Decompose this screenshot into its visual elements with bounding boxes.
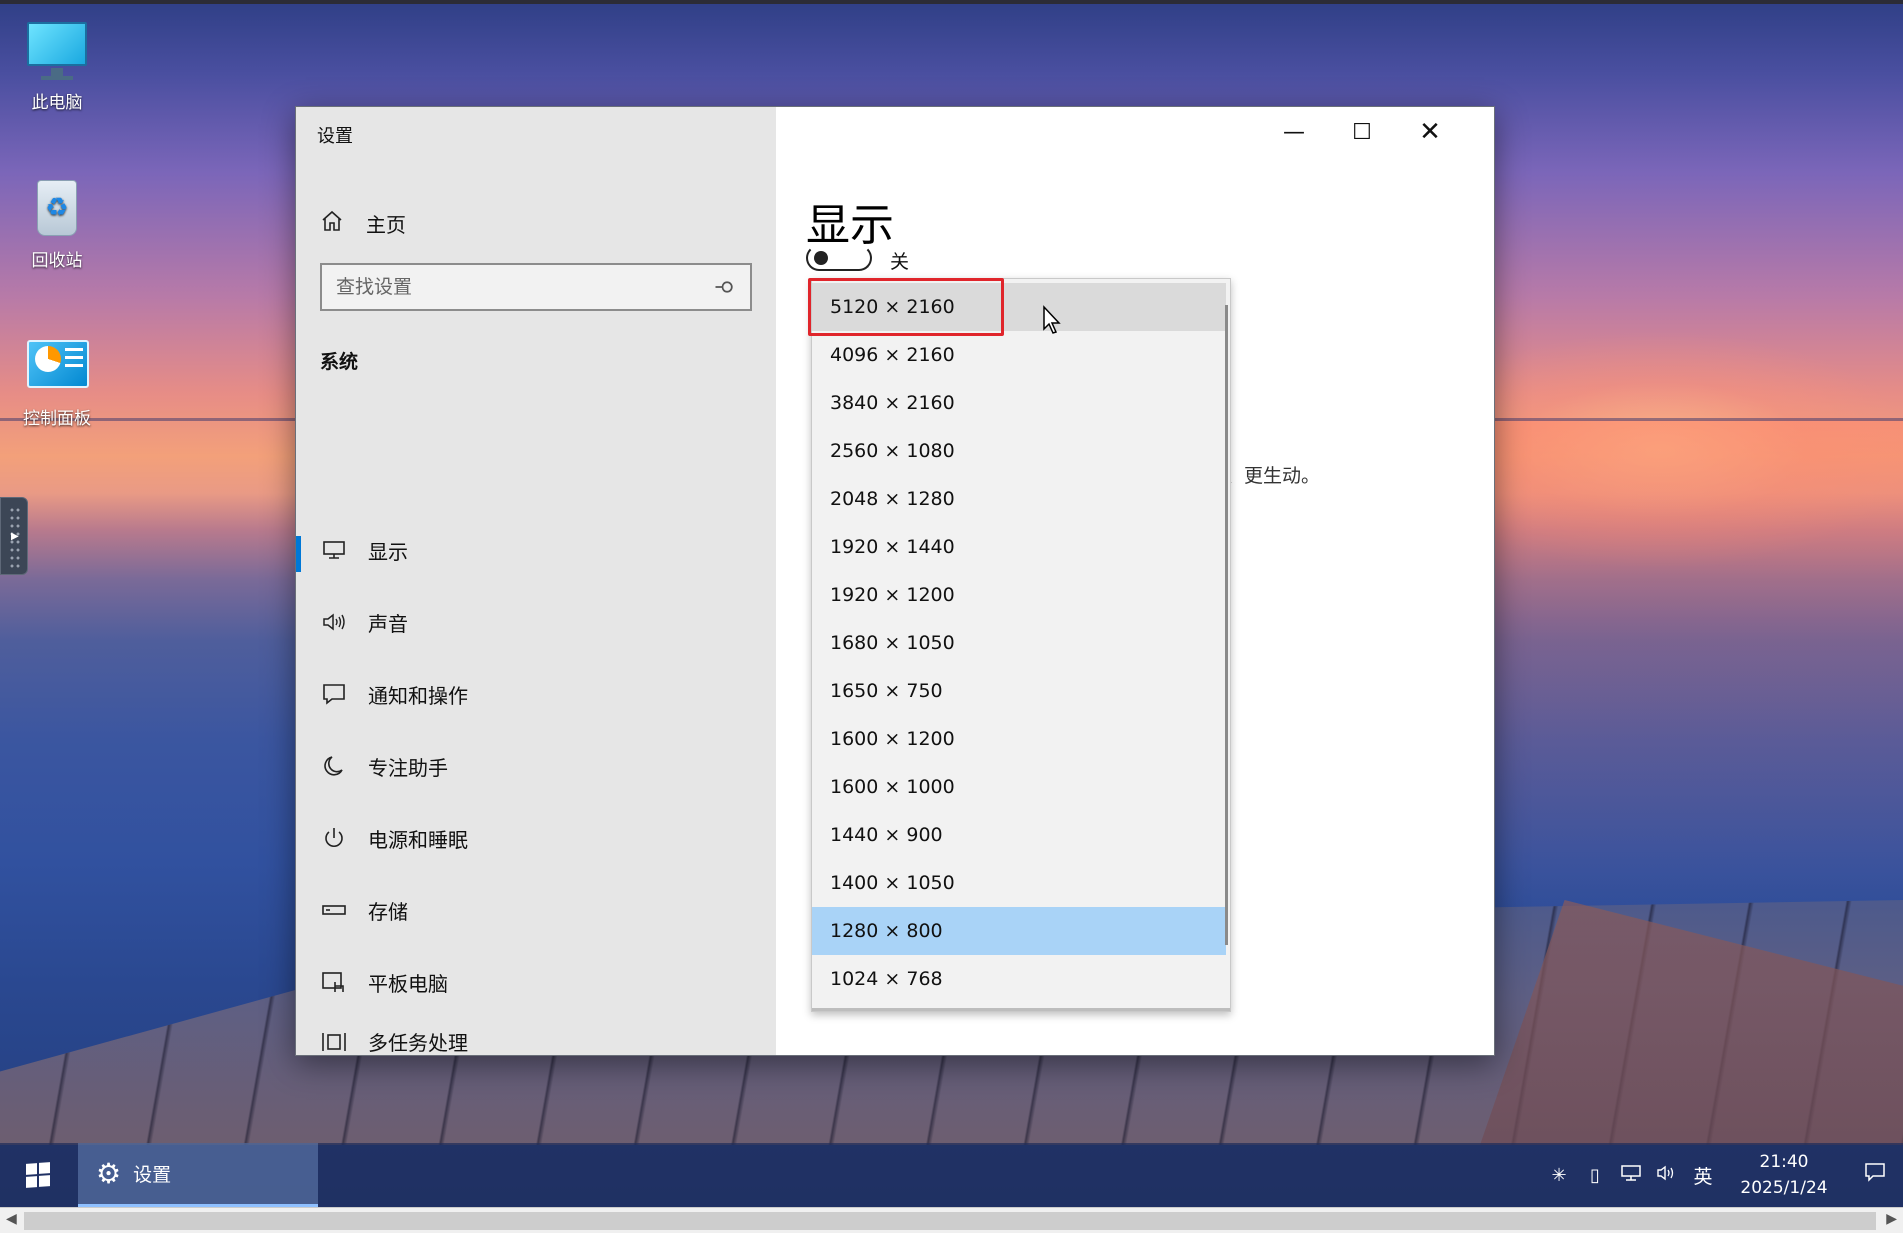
sidebar-item-multitasking[interactable]: 多任务处理 [296, 1028, 776, 1055]
resolution-option[interactable]: 2048 × 1280 [812, 475, 1226, 523]
resolution-option[interactable]: 3840 × 2160 [812, 379, 1226, 427]
resolution-option[interactable]: 1920 × 1440 [812, 523, 1226, 571]
resolution-option[interactable]: 2560 × 1080 [812, 427, 1226, 475]
side-panel-handle[interactable]: ▶ [0, 497, 28, 575]
clock-date: 2025/1/24 [1740, 1178, 1828, 1198]
desktop-icon-label: 此电脑 [31, 93, 83, 113]
nav-section-title: 系统 [320, 351, 359, 373]
gear-icon: ⚙ [96, 1157, 122, 1190]
resolution-option[interactable]: 1440 × 900 [812, 811, 1226, 859]
sidebar-item-power-sleep[interactable]: 电源和睡眠 [296, 812, 776, 864]
sidebar-item-sound[interactable]: 声音 [296, 596, 776, 648]
resolution-option-selected[interactable]: 1280 × 800 [812, 907, 1226, 955]
night-light-toggle[interactable] [806, 245, 872, 271]
sidebar-item-label: 通知和操作 [368, 683, 468, 708]
search-icon[interactable]: ⚲ [713, 276, 737, 298]
desktop-icon-control-panel[interactable]: 控制面板 [12, 334, 102, 429]
windows-logo-icon [26, 1162, 50, 1188]
nav-home[interactable]: 主页 [320, 203, 406, 243]
desktop-icon-recycle-bin[interactable]: ♻ 回收站 [12, 176, 102, 271]
power-icon [320, 824, 348, 852]
notification-icon [320, 680, 348, 708]
control-panel-icon [25, 334, 89, 398]
desktop-icon-this-pc[interactable]: 此电脑 [12, 18, 102, 113]
window-title: 设置 [317, 126, 353, 147]
sidebar-item-tablet[interactable]: 平板电脑 [296, 956, 776, 1008]
toggle-knob [814, 251, 828, 265]
maximize-button[interactable]: ☐ [1328, 107, 1396, 157]
action-center-icon[interactable] [1847, 1161, 1903, 1189]
monitor-icon [320, 536, 348, 564]
resolution-option[interactable]: 1600 × 1000 [812, 763, 1226, 811]
taskbar: ⚙ 设置 ✳ ▯ 英 21:40 2025/1/24 [0, 1143, 1903, 1207]
expand-arrow-icon: ▶ [11, 531, 19, 542]
resolution-option[interactable]: 4096 × 2160 [812, 331, 1226, 379]
sidebar-item-label: 平板电脑 [368, 971, 448, 996]
resolution-option[interactable]: 1650 × 750 [812, 667, 1226, 715]
recycle-bin-icon: ♻ [25, 176, 89, 240]
search-input[interactable] [336, 276, 714, 298]
sidebar-item-label: 存储 [368, 899, 408, 924]
sidebar-item-display[interactable]: 显示 [296, 524, 776, 576]
sidebar-item-storage[interactable]: 存储 [296, 884, 776, 936]
moon-icon [320, 752, 348, 780]
speaker-icon [320, 608, 348, 636]
system-tray: ✳ ▯ 英 21:40 2025/1/24 [1541, 1143, 1903, 1207]
sidebar-item-label: 多任务处理 [368, 1031, 468, 1055]
dropdown-bottom-edge [812, 1008, 1230, 1011]
sidebar-item-notifications[interactable]: 通知和操作 [296, 668, 776, 720]
sidebar-item-focus-assist[interactable]: 专注助手 [296, 740, 776, 792]
resolution-option[interactable]: 1920 × 1200 [812, 571, 1226, 619]
resolution-dropdown-list[interactable]: 5120 × 2160 4096 × 2160 3840 × 2160 2560… [811, 278, 1231, 1012]
sidebar-item-label: 专注助手 [368, 755, 448, 780]
toggle-state-label: 关 [890, 251, 910, 273]
page-title: 显示 [806, 200, 894, 251]
taskbar-app-label: 设置 [133, 1164, 172, 1186]
taskbar-app-settings[interactable]: ⚙ 设置 [78, 1143, 318, 1207]
settings-nav-pane: 设置 主页 ⚲ 系统 显示 声音 通 [296, 107, 776, 1055]
resolution-option[interactable]: 1400 × 1050 [812, 859, 1226, 907]
usb-icon[interactable]: ▯ [1577, 1165, 1613, 1186]
annotation-highlight-box [808, 278, 1004, 336]
multitasking-icon [320, 1028, 348, 1056]
clock-time: 21:40 [1759, 1152, 1809, 1172]
desktop-icon-label: 回收站 [31, 251, 83, 271]
search-box[interactable]: ⚲ [320, 263, 752, 311]
volume-icon[interactable] [1649, 1164, 1685, 1187]
minimize-button[interactable]: — [1260, 107, 1328, 157]
start-button[interactable] [0, 1143, 76, 1207]
close-button[interactable]: ✕ [1396, 107, 1464, 157]
horizontal-scrollbar[interactable]: ◀ ▶ [0, 1207, 1903, 1233]
desktop-icon-label: 控制面板 [23, 409, 91, 429]
resolution-option[interactable]: 1680 × 1050 [812, 619, 1226, 667]
viewer-top-border [0, 0, 1903, 4]
scrollbar-thumb[interactable] [24, 1212, 1876, 1230]
resolution-option[interactable]: 1600 × 1200 [812, 715, 1226, 763]
taskbar-clock[interactable]: 21:40 2025/1/24 [1729, 1149, 1839, 1201]
input-method-indicator[interactable]: 英 [1685, 1162, 1721, 1189]
sidebar-item-label: 声音 [368, 611, 408, 636]
dropdown-scrollbar[interactable] [1225, 305, 1228, 945]
home-icon [320, 209, 346, 238]
sidebar-item-label: 电源和睡眠 [368, 827, 468, 852]
sidebar-item-label: 显示 [368, 539, 408, 564]
scroll-right-icon[interactable]: ▶ [1886, 1211, 1897, 1227]
storage-icon [320, 896, 348, 924]
scroll-left-icon[interactable]: ◀ [6, 1211, 17, 1227]
resolution-option[interactable]: 1024 × 768 [812, 955, 1226, 1003]
tablet-icon [320, 968, 348, 996]
computer-icon [25, 18, 89, 82]
network-icon[interactable] [1613, 1164, 1649, 1187]
color-picker-icon[interactable]: ✳ [1541, 1165, 1577, 1186]
nav-home-label: 主页 [366, 212, 406, 237]
mouse-pointer-icon [1042, 305, 1064, 335]
